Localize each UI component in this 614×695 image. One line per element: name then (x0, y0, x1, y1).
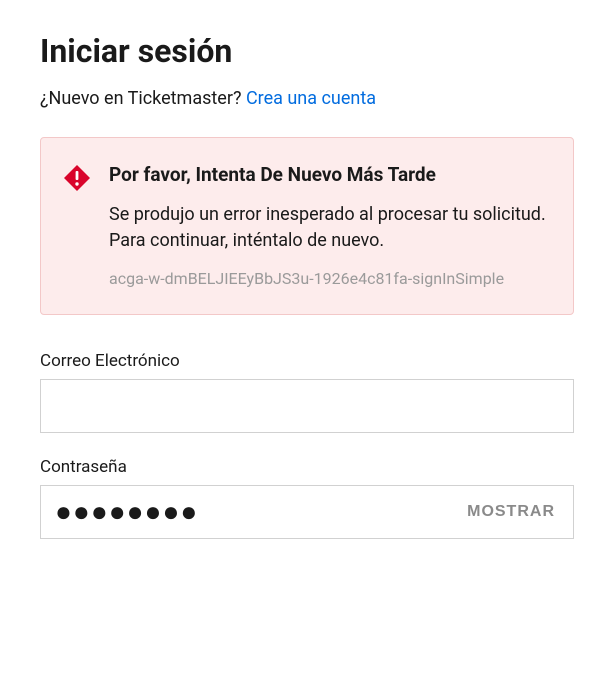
password-field-group: Contraseña ●●●●●●●● MOSTRAR (40, 457, 574, 539)
password-label: Contraseña (40, 457, 574, 477)
error-body: Se produjo un error inesperado al proces… (109, 202, 551, 254)
signup-prompt-text: ¿Nuevo en Ticketmaster? (40, 88, 246, 109)
email-field[interactable] (55, 380, 559, 432)
email-field-group: Correo Electrónico (40, 351, 574, 433)
password-field[interactable]: ●●●●●●●● (55, 498, 463, 526)
signup-prompt-row: ¿Nuevo en Ticketmaster? Crea una cuenta (40, 88, 574, 109)
create-account-link[interactable]: Crea una cuenta (246, 88, 376, 109)
alert-icon (63, 164, 91, 290)
page-title: Iniciar sesión (40, 32, 574, 70)
show-password-button[interactable]: MOSTRAR (463, 503, 559, 521)
error-code: acga-w-dmBELJIEEyBbJS3u-1926e4c81fa-sign… (109, 268, 551, 290)
error-alert: Por favor, Intenta De Nuevo Más Tarde Se… (40, 137, 574, 315)
email-label: Correo Electrónico (40, 351, 574, 371)
password-input-wrap: ●●●●●●●● MOSTRAR (40, 485, 574, 539)
email-input-wrap (40, 379, 574, 433)
error-content: Por favor, Intenta De Nuevo Más Tarde Se… (109, 162, 551, 290)
error-title: Por favor, Intenta De Nuevo Más Tarde (109, 162, 551, 188)
